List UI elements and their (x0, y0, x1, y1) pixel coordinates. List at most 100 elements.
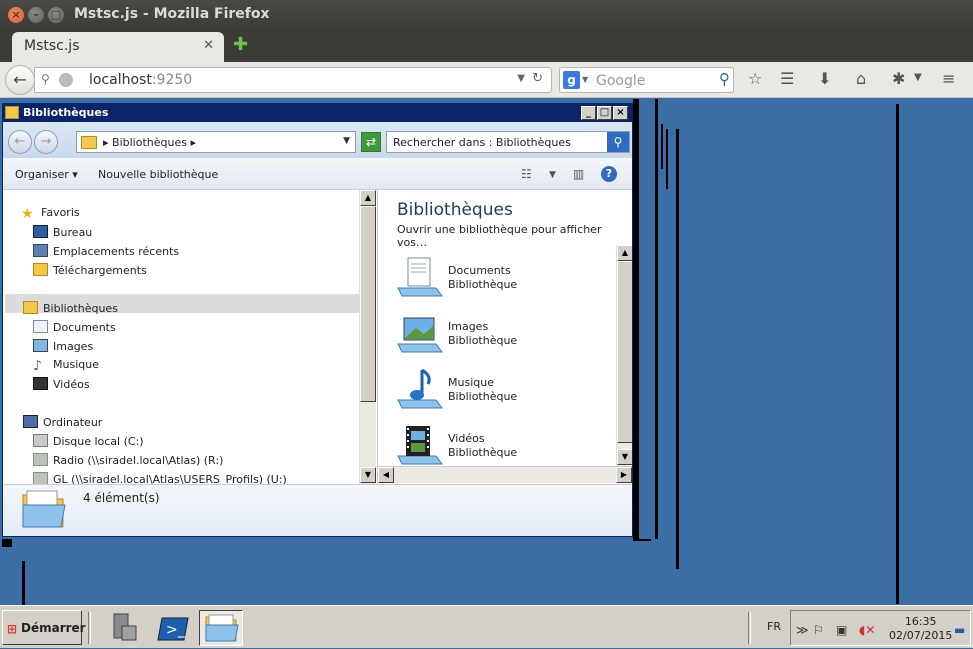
organize-label: Organiser (15, 168, 69, 181)
nav-item-computer[interactable]: Ordinateur (23, 415, 102, 432)
server-manager-icon (113, 613, 137, 641)
nav-item-music[interactable]: ♪ Musique (33, 358, 99, 375)
bookmark-star-icon[interactable]: ☆ (748, 69, 762, 88)
nav-item-recent[interactable]: Emplacements récents (33, 244, 179, 261)
scroll-right-arrow-icon[interactable]: ▶ (616, 467, 632, 483)
explorer-taskbar-button[interactable] (199, 610, 243, 646)
explorer-maximize-button[interactable]: □ (597, 106, 612, 120)
address-dropdown-icon[interactable]: ▼ (343, 136, 350, 146)
breadcrumb[interactable]: ▸ Bibliothèques ▸ (103, 136, 196, 149)
nav-item-documents[interactable]: Documents (33, 320, 116, 337)
explorer-search-placeholder: Rechercher dans : Bibliothèques (393, 136, 571, 149)
arrow-left-icon: ← (13, 70, 27, 89)
tab-mstsc[interactable]: Mstsc.js ✕ (12, 32, 224, 62)
url-text[interactable]: localhost:9250 (89, 72, 192, 88)
addon-dropdown-icon[interactable]: ▼ (914, 72, 922, 83)
nav-item-videos[interactable]: Vidéos (33, 377, 90, 394)
start-button[interactable]: ⊞ Démarrer (2, 610, 86, 645)
render-artifact (661, 124, 663, 169)
scroll-thumb[interactable] (617, 261, 632, 443)
explorer-close-button[interactable]: × (613, 106, 628, 120)
nav-item-favorites[interactable]: ★ Favoris (21, 206, 80, 223)
render-artifact (896, 104, 899, 604)
addon-icon[interactable]: ✱ (892, 69, 905, 88)
powershell-taskbar-button[interactable]: >_ (152, 610, 196, 646)
explorer-minimize-button[interactable]: _ (581, 106, 596, 120)
new-library-button[interactable]: Nouvelle bibliothèque (98, 168, 218, 181)
action-center-flag-icon[interactable]: ⚐ (813, 623, 824, 637)
language-indicator[interactable]: FR (767, 620, 781, 633)
scroll-up-arrow-icon[interactable]: ▲ (360, 190, 376, 206)
explorer-window[interactable]: Bibliothèques _ □ × ← → ▸ Bibliothèques … (2, 103, 633, 537)
address-box[interactable]: ▸ Bibliothèques ▸ ▼ (76, 131, 356, 153)
libraries-icon (5, 106, 19, 119)
home-icon[interactable]: ⌂ (856, 69, 866, 88)
explorer-back-button[interactable]: ← (8, 130, 32, 154)
music-library-icon (397, 368, 443, 409)
window-minimize-button[interactable]: – (28, 7, 44, 23)
nav-label: Vidéos (53, 378, 90, 391)
download-icon[interactable]: ⬇ (818, 69, 831, 88)
nav-item-images[interactable]: Images (33, 339, 93, 356)
film-icon (33, 377, 48, 390)
scroll-thumb[interactable] (360, 206, 376, 402)
back-button[interactable]: ← (5, 65, 35, 95)
preview-pane-icon[interactable]: ▥ (573, 167, 584, 181)
server-manager-taskbar-button[interactable] (102, 610, 146, 646)
url-history-dropdown-icon[interactable]: ▼ (517, 73, 525, 84)
menu-icon[interactable]: ≡ (942, 69, 955, 88)
url-host: localhost (89, 72, 152, 88)
url-bar[interactable]: ⚲ localhost:9250 ▼ ↻ (34, 67, 552, 93)
search-icon[interactable]: ⚲ (719, 70, 730, 88)
search-icon[interactable]: ⚲ (607, 132, 629, 152)
scroll-down-arrow-icon[interactable]: ▼ (360, 467, 376, 483)
tab-strip: Mstsc.js ✕ (0, 30, 973, 62)
show-hidden-icons-icon[interactable]: ≫ (796, 623, 809, 637)
nav-item-desktop[interactable]: Bureau (33, 225, 92, 242)
start-label: Démarrer (21, 621, 86, 635)
libraries-folder-icon (205, 614, 239, 642)
scroll-left-arrow-icon[interactable]: ◀ (378, 467, 394, 483)
organize-menu[interactable]: Organiser ▾ (15, 168, 78, 181)
window-maximize-button[interactable]: □ (48, 7, 64, 23)
reading-list-icon[interactable]: ☰ (780, 69, 794, 88)
nav-item-downloads[interactable]: Téléchargements (33, 263, 147, 280)
libraries-folder-icon (22, 490, 66, 528)
nav-item-gl-drive[interactable]: GL (\\siradel.local\Atlas\USERS_Profils)… (33, 472, 287, 484)
show-desktop-icon[interactable]: ▬ (954, 623, 965, 637)
scroll-up-arrow-icon[interactable]: ▲ (617, 245, 632, 261)
refresh-button[interactable]: ⇄ (361, 132, 381, 152)
explorer-search-box[interactable]: Rechercher dans : Bibliothèques ⚲ (386, 131, 630, 153)
explorer-titlebar[interactable]: Bibliothèques _ □ × (3, 104, 632, 122)
render-artifact (633, 539, 651, 541)
nav-label: Disque local (C:) (53, 435, 144, 448)
view-dropdown-icon[interactable]: ▼ (549, 170, 556, 180)
help-icon[interactable]: ? (601, 166, 617, 182)
system-tray: ≫ ⚐ ▣ ◖✕ 16:35 02/07/2015 ▬ (790, 610, 971, 646)
nav-item-radio-drive[interactable]: Radio (\\siradel.local\Atlas) (R:) (33, 453, 223, 470)
nav-item-local-disk[interactable]: Disque local (C:) (33, 434, 144, 451)
google-engine-icon[interactable]: g (563, 71, 580, 89)
window-close-button[interactable]: × (8, 7, 24, 23)
nav-scrollbar[interactable]: ▲ ▼ (359, 190, 376, 484)
search-bar[interactable]: g ▼ Google ⚲ (559, 67, 734, 93)
content-subheading: Ouvrir une bibliothèque pour afficher vo… (397, 223, 602, 249)
clock[interactable]: 16:35 02/07/2015 (889, 615, 952, 643)
identity-icon[interactable]: ⚲ (41, 72, 50, 86)
scroll-down-arrow-icon[interactable]: ▼ (617, 449, 632, 465)
clock-time: 16:35 (904, 615, 937, 628)
volume-muted-icon[interactable]: ◖✕ (859, 623, 875, 637)
content-hscrollbar[interactable]: ◀ ▶ (378, 466, 632, 483)
view-options-icon[interactable]: ☷ (521, 167, 532, 181)
tab-title: Mstsc.js (24, 38, 80, 54)
explorer-forward-button[interactable]: → (34, 130, 58, 154)
engine-dropdown-icon[interactable]: ▼ (582, 75, 588, 84)
reload-icon[interactable]: ↻ (532, 71, 543, 86)
network-icon[interactable]: ▣ (836, 623, 847, 637)
star-icon: ★ (21, 206, 34, 222)
tab-close-icon[interactable]: ✕ (203, 38, 214, 53)
new-tab-icon[interactable]: ✚ (233, 34, 248, 55)
nav-item-libraries[interactable]: Bibliothèques (23, 301, 118, 318)
content-scrollbar[interactable]: ▲ ▼ (616, 245, 632, 466)
taskbar-separator (88, 612, 91, 644)
